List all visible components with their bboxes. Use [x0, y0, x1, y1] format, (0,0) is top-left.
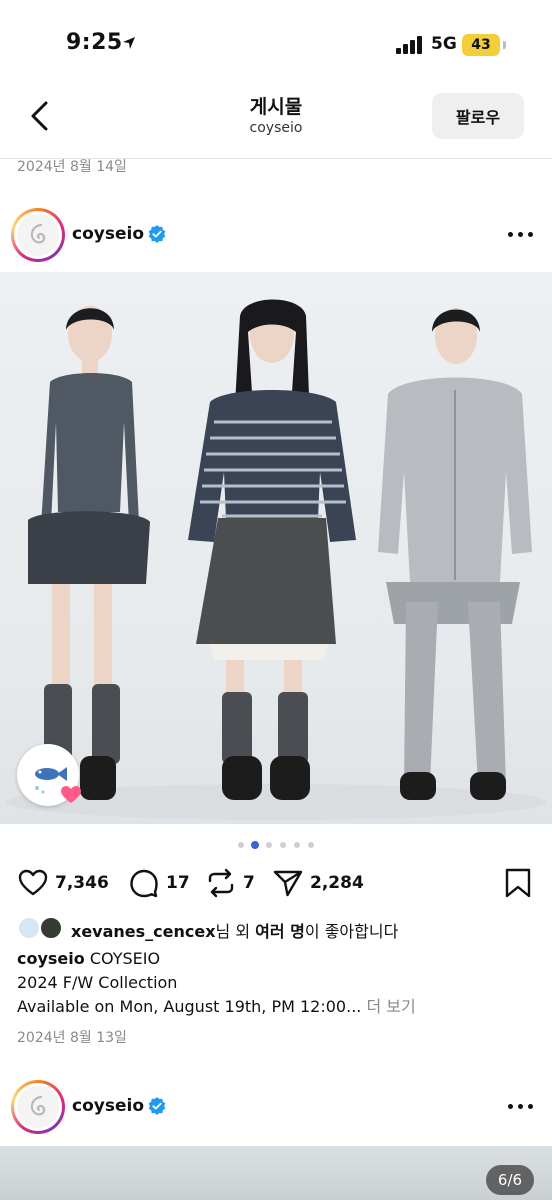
repost-icon	[208, 868, 234, 898]
carousel-dot	[294, 842, 300, 848]
bookmark-icon[interactable]	[504, 868, 532, 898]
comment-button[interactable]: 17	[128, 866, 190, 900]
carousel-counter: 6/6	[486, 1165, 534, 1195]
liked-by-suffix: 님 외	[215, 922, 256, 941]
repost-count: 7	[243, 873, 255, 893]
more-link[interactable]: 더 보기	[366, 997, 415, 1016]
fashion-photo-illustration	[6, 299, 546, 820]
battery-level: 43	[471, 37, 491, 53]
liker-avatar	[39, 916, 63, 940]
previous-post-date: 2024년 8월 14일	[17, 159, 127, 175]
share-count: 2,284	[310, 873, 364, 893]
network-type: 5G	[431, 34, 457, 54]
caption-username[interactable]: coyseio	[17, 949, 85, 968]
more-options-icon[interactable]	[508, 1102, 534, 1112]
liker-avatar	[17, 916, 41, 940]
signal-icon	[396, 36, 422, 54]
post-header: coyseio	[0, 208, 552, 268]
location-arrow-icon	[123, 37, 135, 49]
model-right	[378, 308, 532, 800]
heart-sticker-icon	[61, 786, 81, 803]
post-date: 2024년 8월 13일	[17, 1030, 127, 1046]
brand-logo-icon	[17, 1086, 59, 1128]
avatar-frame	[14, 1083, 62, 1131]
caption-text: COYSEIO	[89, 949, 161, 968]
more-options-icon[interactable]	[508, 230, 534, 240]
sticker[interactable]	[17, 744, 81, 806]
status-time: 9:25	[66, 30, 123, 55]
post-actions: 7,346 17 7 2,284	[0, 866, 552, 900]
caption-line: 2024 F/W Collection	[17, 973, 178, 992]
liker-username[interactable]: xevanes_cencex	[71, 922, 216, 941]
verified-badge-icon	[148, 225, 166, 243]
header: 게시물 coyseio 팔로우	[0, 88, 552, 160]
carousel-dot	[238, 842, 244, 848]
like-button[interactable]: 7,346	[17, 866, 109, 900]
carousel-dot	[308, 842, 314, 848]
carousel-indicator	[0, 841, 552, 849]
avatar-frame	[14, 211, 62, 259]
repost-button[interactable]: 7	[205, 866, 255, 900]
status-bar: 9:25 5G 43	[0, 0, 552, 88]
next-post-image[interactable]	[0, 1146, 552, 1200]
carousel-dot	[266, 842, 272, 848]
share-button[interactable]: 2,284	[272, 866, 364, 900]
verified-badge-icon	[148, 1097, 166, 1115]
caption: coyseio COYSEIO 2024 F/W Collection Avai…	[17, 947, 537, 1019]
brand-logo-icon	[17, 214, 59, 256]
caption-line: Available on Mon, August 19th, PM 12:00.…	[17, 995, 537, 1019]
liked-by-text: xevanes_cencex님 외 여러 명이 좋아합니다	[71, 918, 398, 942]
liked-by-others[interactable]: 여러 명	[255, 922, 305, 941]
like-count: 7,346	[55, 873, 109, 893]
post-username[interactable]: coyseio	[72, 1096, 144, 1116]
caption-line: coyseio COYSEIO	[17, 947, 537, 971]
follow-button[interactable]: 팔로우	[432, 93, 524, 139]
heart-icon	[18, 869, 48, 896]
avatar[interactable]	[11, 1080, 65, 1134]
caption-text: Available on Mon, August 19th, PM 12:00.…	[17, 997, 362, 1016]
comment-count: 17	[166, 873, 190, 893]
avatar[interactable]	[11, 208, 65, 262]
send-icon	[273, 870, 303, 897]
liked-by-end: 이 좋아합니다	[304, 922, 399, 941]
post-username[interactable]: coyseio	[72, 224, 144, 244]
battery-icon: 43	[462, 34, 500, 56]
next-post-header: coyseio	[0, 1080, 552, 1140]
liked-by: xevanes_cencex님 외 여러 명이 좋아합니다	[17, 916, 537, 942]
comment-icon	[130, 869, 158, 898]
post-image[interactable]	[0, 272, 552, 824]
model-center	[188, 299, 356, 800]
carousel-dot	[251, 841, 259, 849]
model-left	[28, 306, 150, 800]
carousel-dot	[280, 842, 286, 848]
battery-cap	[503, 41, 506, 49]
